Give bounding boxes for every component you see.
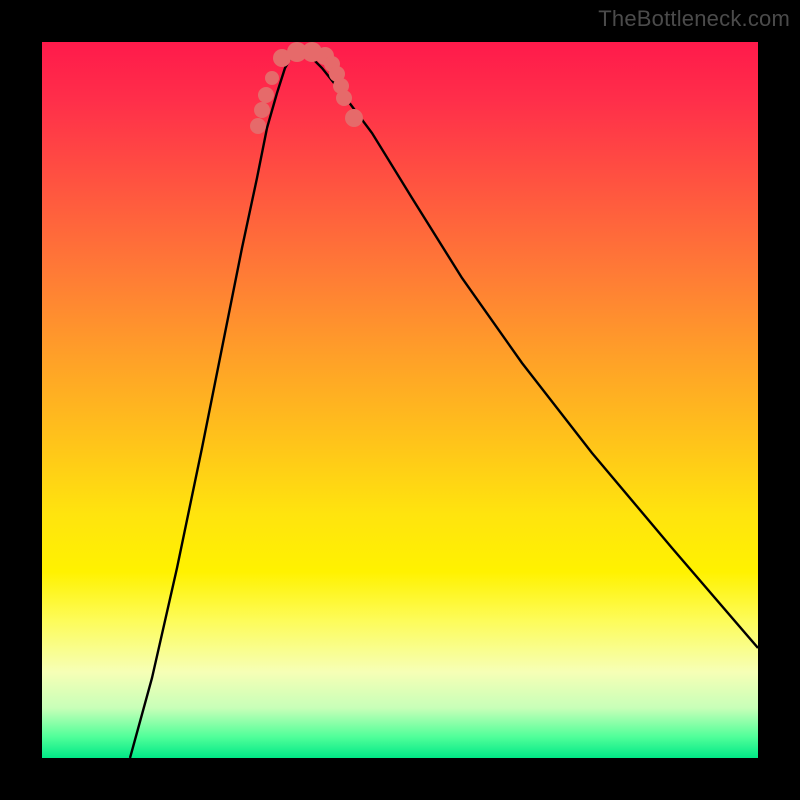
data-marker	[345, 109, 363, 127]
data-marker	[258, 87, 274, 103]
curve-svg	[42, 42, 758, 758]
watermark-text: TheBottleneck.com	[598, 6, 790, 32]
data-marker	[336, 90, 352, 106]
data-marker	[250, 118, 266, 134]
data-marker	[254, 102, 270, 118]
bottleneck-curve	[130, 53, 758, 758]
data-marker	[265, 71, 279, 85]
plot-area	[42, 42, 758, 758]
chart-frame: TheBottleneck.com	[0, 0, 800, 800]
data-markers	[250, 42, 363, 134]
